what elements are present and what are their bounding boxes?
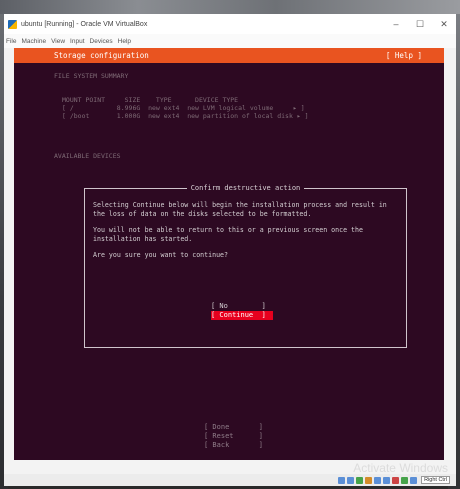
network-icon[interactable]	[356, 476, 364, 484]
menu-machine[interactable]: Machine	[21, 38, 46, 45]
activate-windows-watermark: Activate Windows	[353, 461, 448, 475]
dialog-paragraph-warning: Selecting Continue below will begin the …	[93, 201, 387, 218]
menu-devices[interactable]: Devices	[90, 38, 113, 45]
dialog-question: Are you sure you want to continue?	[93, 251, 228, 259]
recording-icon[interactable]	[392, 476, 400, 484]
menu-help[interactable]: Help	[118, 38, 131, 45]
available-devices-label: AVAILABLE DEVICES	[54, 152, 121, 160]
continue-button[interactable]: [ Continue ]	[211, 311, 273, 320]
header-title: Storage configuration	[54, 51, 149, 60]
menu-file[interactable]: File	[6, 38, 16, 45]
desktop-background-top	[0, 0, 460, 14]
minimize-button[interactable]: –	[384, 19, 408, 29]
virtualbox-icon	[8, 19, 17, 29]
maximize-button[interactable]: ☐	[408, 19, 432, 30]
close-button[interactable]: ✕	[432, 19, 456, 30]
done-button[interactable]: [ Done ]	[204, 423, 274, 432]
back-button[interactable]: [ Back ]	[204, 441, 274, 450]
fs-table-row[interactable]: [ / 8.996G new ext4 new LVM logical volu…	[62, 104, 305, 112]
shared-folders-icon[interactable]	[374, 476, 382, 484]
window-title: ubuntu [Running] - Oracle VM VirtualBox	[21, 20, 148, 28]
help-button[interactable]: [ Help ]	[386, 51, 422, 60]
vm-status-bar: Right Ctrl	[4, 474, 456, 486]
fs-table-row[interactable]: [ /boot 1.000G new ext4 new partition of…	[62, 112, 309, 120]
guest-console[interactable]: Storage configuration [ Help ] FILE SYST…	[14, 48, 444, 460]
installer-header: Storage configuration [ Help ]	[14, 48, 444, 63]
display-icon[interactable]	[383, 476, 391, 484]
mouse-integration-icon[interactable]	[410, 476, 418, 484]
dialog-paragraph-no-return: You will not be able to return to this o…	[93, 226, 363, 243]
optical-drive-icon[interactable]	[347, 476, 355, 484]
usb-icon[interactable]	[365, 476, 373, 484]
menu-view[interactable]: View	[51, 38, 65, 45]
menu-bar: File Machine View Input Devices Help	[4, 34, 456, 48]
cpu-icon[interactable]	[401, 476, 409, 484]
dialog-title: Confirm destructive action	[186, 184, 305, 192]
menu-input[interactable]: Input	[70, 38, 84, 45]
window-titlebar: ubuntu [Running] - Oracle VM VirtualBox …	[4, 14, 456, 34]
host-key-indicator: Right Ctrl	[421, 476, 450, 484]
fs-table-header: MOUNT POINT SIZE TYPE DEVICE TYPE	[62, 96, 239, 104]
no-button[interactable]: [ No ]	[211, 302, 273, 311]
installer-nav-buttons: [ Done ] [ Reset ] [ Back ]	[204, 423, 274, 450]
fs-summary-label: FILE SYSTEM SUMMARY	[54, 72, 129, 80]
hard-disk-icon[interactable]	[338, 476, 346, 484]
confirm-dialog: Confirm destructive action Selecting Con…	[84, 184, 407, 348]
dialog-buttons: [ No ] [ Continue ]	[211, 302, 273, 320]
reset-button[interactable]: [ Reset ]	[204, 432, 274, 441]
